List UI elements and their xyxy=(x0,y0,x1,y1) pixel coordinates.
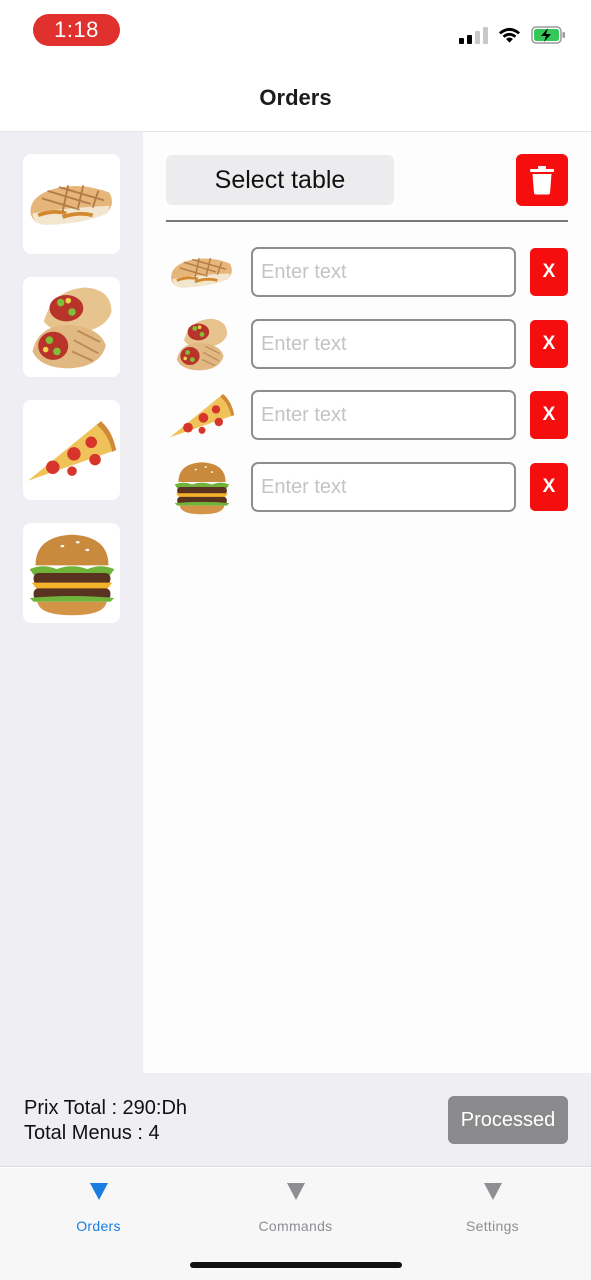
menu-item-wrap[interactable] xyxy=(23,277,120,377)
triangle-down-icon xyxy=(286,1183,305,1200)
remove-item-button[interactable]: X xyxy=(530,248,568,296)
order-item-thumbnail xyxy=(166,314,238,374)
remove-item-button[interactable]: X xyxy=(530,391,568,439)
order-row: X xyxy=(166,389,568,441)
menu-item-burger[interactable] xyxy=(23,523,120,623)
burger-image xyxy=(24,525,120,621)
order-item-thumbnail xyxy=(166,385,238,445)
menu-item-panini[interactable] xyxy=(23,154,120,254)
processed-button[interactable]: Processed xyxy=(448,1096,568,1144)
tab-commands[interactable]: Commands xyxy=(197,1168,394,1248)
total-menus-label: Total Menus : 4 xyxy=(24,1122,160,1144)
order-item-note-input[interactable] xyxy=(251,247,516,297)
burger-image xyxy=(169,456,235,518)
order-summary-bar: Prix Total : 290:Dh Total Menus : 4 Proc… xyxy=(0,1073,591,1167)
total-price-label: Prix Total : 290:Dh xyxy=(24,1097,188,1119)
order-item-note-input[interactable] xyxy=(251,390,516,440)
panini-image xyxy=(25,174,119,234)
order-item-note-input[interactable] xyxy=(251,462,516,512)
tab-settings[interactable]: Settings xyxy=(394,1168,591,1248)
trash-icon xyxy=(530,166,554,195)
wrap-image xyxy=(25,280,119,374)
cellular-signal-icon xyxy=(459,26,488,44)
order-item-note-input[interactable] xyxy=(251,319,516,369)
tab-label: Settings xyxy=(466,1218,519,1234)
divider xyxy=(166,220,568,222)
select-table-button[interactable]: Select table xyxy=(166,155,394,205)
wrap-image xyxy=(171,314,233,374)
wifi-icon xyxy=(498,27,521,43)
order-row: X xyxy=(166,461,568,513)
triangle-down-icon xyxy=(89,1183,108,1200)
remove-item-button[interactable]: X xyxy=(530,463,568,511)
status-icons xyxy=(459,24,567,46)
tab-label: Orders xyxy=(76,1218,121,1234)
page-title: Orders xyxy=(259,84,332,110)
tab-orders[interactable]: Orders xyxy=(0,1168,197,1248)
tab-label: Commands xyxy=(258,1218,333,1234)
triangle-down-icon xyxy=(483,1183,502,1200)
order-summary: Prix Total : 290:Dh Total Menus : 4 xyxy=(24,1096,187,1146)
battery-charging-icon xyxy=(531,26,565,44)
panini-image xyxy=(167,251,237,293)
order-item-thumbnail xyxy=(166,457,238,517)
status-time: 1:18 xyxy=(33,14,120,46)
order-item-thumbnail xyxy=(166,242,238,302)
menu-rail xyxy=(0,132,143,1073)
order-panel: Select table X X X X xyxy=(143,132,591,1073)
menu-item-pizza[interactable] xyxy=(23,400,120,500)
clear-order-button[interactable] xyxy=(516,154,568,206)
home-indicator xyxy=(190,1262,402,1268)
order-row: X xyxy=(166,318,568,370)
status-bar: 1:18 xyxy=(0,0,591,64)
nav-header: Orders xyxy=(0,64,591,132)
remove-item-button[interactable]: X xyxy=(530,320,568,368)
pizza-slice-image xyxy=(166,387,238,443)
pizza-slice-image xyxy=(24,410,120,490)
order-row: X xyxy=(166,246,568,298)
